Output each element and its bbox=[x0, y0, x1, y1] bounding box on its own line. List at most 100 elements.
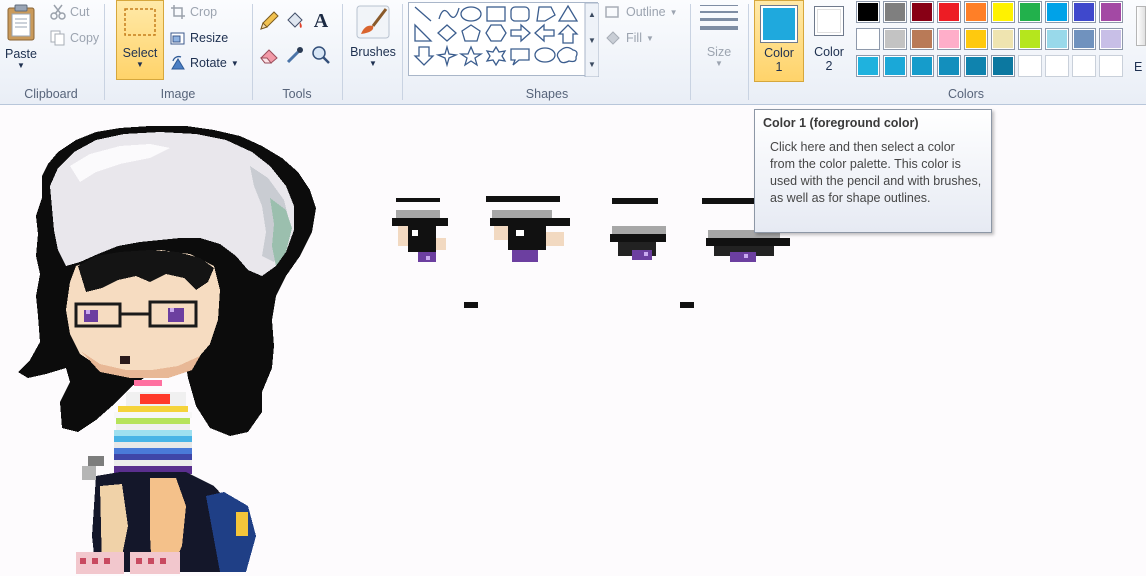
ribbon-separator bbox=[252, 4, 253, 100]
palette-swatch-empty[interactable] bbox=[1045, 55, 1069, 77]
palette-swatch-fill bbox=[966, 30, 986, 48]
rotate-button[interactable]: Rotate ▼ bbox=[170, 53, 239, 73]
palette-swatch-fill bbox=[966, 57, 986, 75]
oval-shape-icon bbox=[460, 6, 482, 22]
crop-label: Crop bbox=[190, 5, 218, 19]
palette-swatch[interactable] bbox=[910, 1, 934, 23]
palette-swatch[interactable] bbox=[964, 1, 988, 23]
palette-swatch[interactable] bbox=[964, 28, 988, 50]
color1-label: Color bbox=[764, 46, 794, 60]
color1-fill bbox=[763, 8, 795, 40]
palette-swatch[interactable] bbox=[856, 55, 880, 77]
crop-icon bbox=[171, 5, 185, 19]
brush-icon bbox=[356, 5, 390, 39]
brushes-button[interactable]: Brushes ▼ bbox=[346, 2, 400, 80]
edit-colors-button[interactable] bbox=[1136, 6, 1146, 46]
palette-swatch-fill bbox=[993, 57, 1013, 75]
shapes-gallery: ▲ ▼ ▼ bbox=[408, 2, 599, 77]
palette-swatch[interactable] bbox=[1099, 1, 1123, 23]
palette-swatch[interactable] bbox=[1018, 28, 1042, 50]
palette-swatch-fill bbox=[885, 30, 905, 48]
outline-button[interactable]: Outline ▼ bbox=[604, 2, 678, 22]
svg-text:▼: ▼ bbox=[588, 60, 596, 69]
palette-swatch[interactable] bbox=[883, 55, 907, 77]
palette-swatch-fill bbox=[1020, 3, 1040, 21]
cut-button[interactable]: Cut bbox=[50, 2, 89, 22]
shape-fill-icon bbox=[606, 31, 620, 45]
palette-swatch[interactable] bbox=[964, 55, 988, 77]
palette-swatch[interactable] bbox=[910, 28, 934, 50]
shapes-gallery-icons: ▲ ▼ ▼ bbox=[413, 3, 599, 77]
select-label: Select bbox=[122, 46, 158, 60]
ribbon-separator bbox=[748, 4, 749, 100]
palette-swatch[interactable] bbox=[937, 1, 961, 23]
select-button[interactable]: Select ▼ bbox=[116, 0, 164, 80]
eraser-tool[interactable] bbox=[258, 44, 280, 66]
paste-icon bbox=[7, 4, 35, 41]
curve-shape-icon bbox=[438, 7, 460, 20]
palette-swatch[interactable] bbox=[1045, 28, 1069, 50]
palette-swatch[interactable] bbox=[1072, 28, 1096, 50]
palette-swatch-fill bbox=[1101, 57, 1121, 75]
palette-swatch-empty[interactable] bbox=[1099, 55, 1123, 77]
size-dropdown-arrow-icon: ▼ bbox=[715, 59, 723, 68]
select-dropdown-arrow-icon[interactable]: ▼ bbox=[117, 60, 163, 69]
fill-button[interactable]: Fill ▼ bbox=[604, 28, 654, 48]
palette-swatch-fill bbox=[1101, 30, 1121, 48]
chibi-character bbox=[18, 126, 316, 574]
palette-swatch[interactable] bbox=[1045, 1, 1069, 23]
text-tool[interactable]: A bbox=[310, 10, 332, 32]
color2-swatch bbox=[814, 6, 844, 36]
palette-swatch[interactable] bbox=[856, 1, 880, 23]
palette-swatch-empty[interactable] bbox=[1072, 55, 1096, 77]
pencil-tool[interactable] bbox=[258, 10, 280, 32]
ribbon-separator bbox=[342, 4, 343, 100]
line-shape-icon bbox=[414, 6, 432, 22]
palette-swatch[interactable] bbox=[883, 1, 907, 23]
right-arrow-shape-icon bbox=[510, 23, 531, 43]
palette-swatch[interactable] bbox=[991, 55, 1015, 77]
palette-swatch-fill bbox=[993, 3, 1013, 21]
size-label: Size bbox=[706, 45, 732, 59]
rotate-label: Rotate bbox=[190, 56, 227, 70]
paste-dropdown-arrow-icon[interactable]: ▼ bbox=[2, 61, 40, 70]
resize-icon bbox=[170, 32, 185, 45]
palette-swatch-fill bbox=[912, 30, 932, 48]
color1-swatch bbox=[760, 5, 798, 43]
palette-swatch[interactable] bbox=[1099, 28, 1123, 50]
ribbon-separator bbox=[104, 4, 105, 100]
color2-label: Color bbox=[814, 45, 844, 59]
fill-tool[interactable] bbox=[284, 10, 306, 32]
ribbon-separator bbox=[402, 4, 403, 100]
magnifier-tool[interactable] bbox=[310, 44, 332, 66]
palette-swatch[interactable] bbox=[991, 28, 1015, 50]
outline-dropdown-arrow-icon: ▼ bbox=[669, 7, 678, 17]
paste-button[interactable]: Paste ▼ bbox=[2, 2, 40, 78]
palette-swatch-empty[interactable] bbox=[1018, 55, 1042, 77]
color1-button[interactable]: Color 1 bbox=[754, 0, 804, 82]
palette-swatch[interactable] bbox=[991, 1, 1015, 23]
pencil-icon bbox=[260, 11, 279, 30]
cloud-callout-shape-icon bbox=[556, 46, 578, 64]
palette-swatch[interactable] bbox=[1072, 1, 1096, 23]
oval-callout-shape-icon bbox=[534, 47, 556, 63]
palette-swatch[interactable] bbox=[856, 28, 880, 50]
crop-button[interactable]: Crop bbox=[170, 2, 217, 22]
palette-swatch-fill bbox=[885, 57, 905, 75]
five-point-star-shape-icon bbox=[458, 45, 484, 67]
palette-swatch-fill bbox=[1047, 30, 1067, 48]
color2-button[interactable]: Color 2 bbox=[806, 0, 852, 82]
tools-group-label: Tools bbox=[282, 87, 312, 101]
palette-swatch[interactable] bbox=[1018, 1, 1042, 23]
palette-swatch[interactable] bbox=[910, 55, 934, 77]
color2-fill bbox=[817, 9, 841, 33]
color-picker-tool[interactable] bbox=[284, 44, 306, 66]
palette-swatch[interactable] bbox=[883, 28, 907, 50]
size-button[interactable]: Size ▼ bbox=[694, 2, 744, 80]
palette-swatch[interactable] bbox=[937, 28, 961, 50]
brushes-dropdown-arrow-icon[interactable]: ▼ bbox=[346, 59, 400, 68]
resize-button[interactable]: Resize bbox=[170, 28, 228, 48]
palette-swatch[interactable] bbox=[937, 55, 961, 77]
rotate-dropdown-arrow-icon[interactable]: ▼ bbox=[231, 59, 239, 68]
copy-button[interactable]: Copy bbox=[50, 28, 99, 48]
